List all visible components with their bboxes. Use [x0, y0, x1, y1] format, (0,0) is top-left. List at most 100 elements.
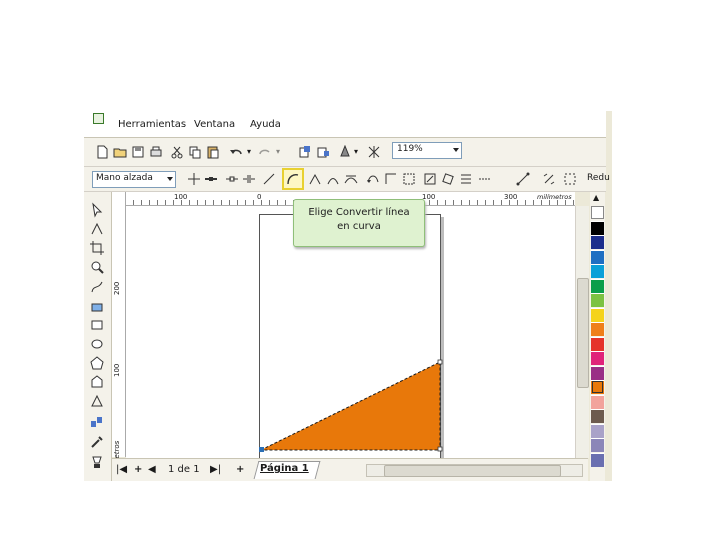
- smooth-node-icon[interactable]: [326, 172, 340, 186]
- interactive-blend-tool-icon[interactable]: [89, 414, 105, 430]
- elastic-mode-icon[interactable]: [478, 172, 492, 186]
- rectangle-tool-icon[interactable]: [89, 317, 105, 333]
- convert-to-line-icon[interactable]: [262, 172, 276, 186]
- application-launcher-icon[interactable]: [338, 145, 352, 159]
- corel-online-icon[interactable]: [367, 145, 381, 159]
- eyedropper-tool-icon[interactable]: [89, 434, 105, 450]
- freehand-tool-icon[interactable]: [89, 279, 105, 295]
- menu-herramientas[interactable]: Herramientas: [118, 119, 186, 130]
- palette-swatch[interactable]: [591, 394, 604, 409]
- triangle-shape[interactable]: [259, 356, 443, 452]
- new-document-icon[interactable]: [95, 145, 109, 159]
- basic-shapes-tool-icon[interactable]: [89, 374, 105, 390]
- palette-swatch[interactable]: [591, 423, 604, 438]
- tool-style-select[interactable]: Mano alzada: [92, 171, 176, 188]
- palette-swatch[interactable]: [591, 249, 604, 264]
- import-icon[interactable]: [298, 145, 312, 159]
- node-handle[interactable]: [259, 447, 264, 452]
- zoom-level-value: 119%: [397, 144, 423, 154]
- palette-swatch[interactable]: [591, 336, 604, 351]
- ellipse-tool-icon[interactable]: [89, 336, 105, 352]
- document-navigator: |◀ + ◀ 1 de 1 ▶| + Página 1: [112, 458, 588, 481]
- align-nodes-icon[interactable]: [459, 172, 473, 186]
- zoom-tool-icon[interactable]: [89, 259, 105, 275]
- palette-swatch[interactable]: [591, 322, 604, 336]
- reduce-label[interactable]: Redu: [587, 173, 610, 183]
- palette-swatch[interactable]: [591, 235, 604, 249]
- previous-page-icon[interactable]: ◀: [148, 464, 156, 475]
- crop-tool-icon[interactable]: [89, 240, 105, 256]
- node-handle[interactable]: [437, 446, 443, 452]
- scrollbar-thumb[interactable]: [384, 465, 561, 477]
- ruler-label: 100: [174, 193, 188, 201]
- open-folder-icon[interactable]: [113, 145, 127, 159]
- palette-swatch[interactable]: [591, 220, 604, 235]
- delete-node-icon[interactable]: [204, 172, 218, 186]
- palette-swatch[interactable]: [591, 206, 604, 219]
- undo-icon[interactable]: [229, 145, 243, 159]
- shape-tool-icon[interactable]: [89, 221, 105, 237]
- redo-icon[interactable]: [258, 145, 272, 159]
- zoom-level-select[interactable]: 119%: [392, 142, 462, 159]
- add-node-icon[interactable]: [187, 172, 201, 186]
- add-page-after-icon[interactable]: +: [236, 464, 244, 475]
- palette-swatch[interactable]: [591, 278, 604, 293]
- palette-swatch[interactable]: [591, 264, 604, 278]
- undo-dropdown-icon[interactable]: ▾: [247, 147, 251, 156]
- cut-icon[interactable]: [170, 145, 184, 159]
- palette-swatch[interactable]: [591, 307, 604, 322]
- convert-to-curve-button[interactable]: [282, 168, 304, 190]
- scrollbar-thumb[interactable]: [577, 278, 589, 388]
- menu-ayuda[interactable]: Ayuda: [250, 119, 281, 130]
- stretch-nodes-icon[interactable]: [423, 172, 437, 186]
- vertical-scrollbar[interactable]: [575, 206, 589, 458]
- join-nodes-icon[interactable]: [225, 172, 239, 186]
- outline-tool-icon[interactable]: [89, 454, 105, 470]
- text-tool-icon[interactable]: [89, 393, 105, 409]
- next-page-icon[interactable]: ▶|: [210, 464, 221, 475]
- palette-swatch[interactable]: [591, 365, 604, 380]
- extract-subpath-icon[interactable]: [402, 172, 416, 186]
- save-icon[interactable]: [131, 145, 145, 159]
- palette-swatch[interactable]: [591, 409, 604, 423]
- palette-swatch[interactable]: [591, 380, 604, 394]
- palette-swatch[interactable]: [591, 452, 604, 467]
- convert-to-curve-icon: [287, 174, 299, 185]
- print-icon[interactable]: [149, 145, 163, 159]
- add-page-before-icon[interactable]: +: [134, 464, 142, 475]
- cusp-node-icon[interactable]: [308, 172, 322, 186]
- palette-swatch[interactable]: [591, 351, 604, 365]
- palette-swatch[interactable]: [591, 438, 604, 452]
- rotate-nodes-icon[interactable]: [441, 172, 455, 186]
- pick-tool-icon[interactable]: [89, 202, 105, 218]
- first-page-icon[interactable]: |◀: [116, 464, 127, 475]
- tool-style-value: Mano alzada: [96, 173, 153, 183]
- copy-icon[interactable]: [188, 145, 202, 159]
- ruler-label: 0: [257, 193, 262, 201]
- palette-scroll-up-icon[interactable]: ▲: [593, 193, 599, 202]
- extend-curve-icon[interactable]: [384, 172, 398, 186]
- standard-toolbar: ▾ ▾ ▾ 119%: [84, 138, 606, 167]
- break-curve-icon[interactable]: [242, 172, 256, 186]
- application-window: Herramientas Ventana Ayuda ▾ ▾ ▾ 119% Ma…: [84, 111, 612, 481]
- palette-swatch[interactable]: [591, 293, 604, 307]
- horizontal-scrollbar[interactable]: [366, 464, 583, 477]
- launcher-dropdown-icon[interactable]: ▾: [354, 147, 358, 156]
- redo-dropdown-icon[interactable]: ▾: [276, 147, 280, 156]
- smart-fill-tool-icon[interactable]: [89, 298, 105, 314]
- instruction-callout: Elige Convertir línea en curva: [293, 199, 425, 247]
- select-all-nodes-icon[interactable]: [516, 172, 530, 186]
- app-icon: [93, 113, 104, 124]
- export-icon[interactable]: [316, 145, 330, 159]
- curve-smoothness-icon[interactable]: [563, 172, 577, 186]
- symmetrical-node-icon[interactable]: [344, 172, 358, 186]
- paste-icon[interactable]: [206, 145, 220, 159]
- reduce-nodes-icon[interactable]: [542, 172, 556, 186]
- polygon-tool-icon[interactable]: [89, 355, 105, 371]
- page-tab-label[interactable]: Página 1: [260, 463, 309, 474]
- chevron-down-icon: [167, 177, 173, 181]
- menu-ventana[interactable]: Ventana: [194, 119, 235, 130]
- ruler-label: 100: [113, 363, 121, 377]
- node-handle[interactable]: [437, 359, 443, 365]
- reverse-direction-icon[interactable]: [366, 172, 380, 186]
